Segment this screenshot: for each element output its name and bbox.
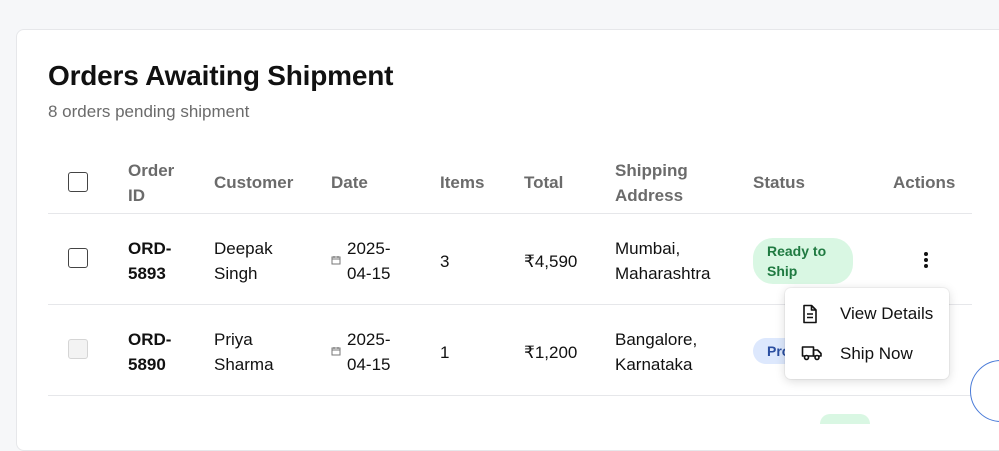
order-date: 2025- 04-15 (347, 239, 391, 283)
calendar-icon (331, 256, 341, 265)
menu-item-label: Ship Now (840, 344, 913, 363)
orders-card: Orders Awaiting Shipment 8 orders pendin… (16, 29, 999, 451)
order-total: ₹1,200 (524, 343, 578, 362)
header-actions: Actions (893, 173, 956, 192)
row-actions-menu: View Details Ship Now (785, 288, 949, 379)
more-actions-icon[interactable] (921, 250, 931, 270)
order-date: 2025- 04-15 (347, 330, 391, 374)
menu-item-view-details[interactable]: View Details (785, 294, 949, 334)
table-header-row: Order ID Customer Date Items Total Shipp… (48, 152, 972, 214)
header-customer[interactable]: Customer (214, 170, 293, 195)
header-date[interactable]: Date (331, 170, 368, 195)
truck-icon (801, 346, 822, 361)
order-id[interactable]: ORD- 5890 (128, 327, 171, 377)
customer-name: Priya Sharma (214, 330, 274, 374)
status-badge (820, 414, 870, 424)
row-checkbox[interactable] (68, 339, 88, 359)
item-count: 1 (440, 343, 450, 362)
page-title: Orders Awaiting Shipment (48, 60, 394, 91)
header-order-id[interactable]: Order ID (128, 158, 174, 208)
header-total[interactable]: Total (524, 170, 563, 195)
document-icon (803, 304, 817, 324)
item-count: 3 (440, 252, 450, 271)
menu-item-label: View Details (840, 304, 934, 323)
select-all-checkbox[interactable] (68, 172, 88, 192)
calendar-icon (331, 347, 341, 356)
order-total: ₹4,590 (524, 252, 578, 271)
order-id[interactable]: ORD- 5893 (128, 236, 171, 286)
row-checkbox[interactable] (68, 248, 88, 268)
header-shipping-address[interactable]: Shipping Address (615, 158, 688, 208)
shipping-address: Mumbai, Maharashtra (615, 239, 711, 283)
header-status[interactable]: Status (753, 170, 805, 195)
page-subtitle: 8 orders pending shipment (48, 102, 250, 121)
shipping-address: Bangalore, Karnataka (615, 330, 698, 374)
header-items[interactable]: Items (440, 170, 484, 195)
status-badge: Ready to Ship (753, 238, 853, 284)
customer-name: Deepak Singh (214, 239, 273, 283)
menu-item-ship-now[interactable]: Ship Now (785, 334, 949, 374)
